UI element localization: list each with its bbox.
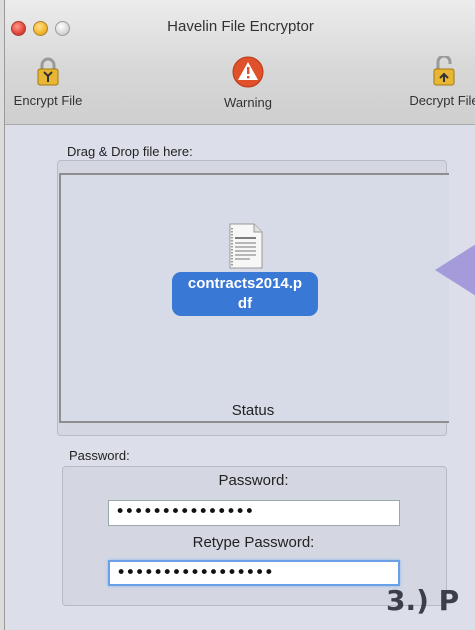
decrypt-file-label: Decrypt File [409, 93, 475, 108]
title-toolbar: Havelin File Encryptor Encrypt File Warn… [5, 0, 475, 125]
file-name-line1: contracts2014.p [187, 275, 303, 292]
password-field[interactable]: ••••••••••••••• [108, 500, 400, 526]
password-heading: Password: [218, 472, 289, 489]
warning-icon [203, 56, 293, 91]
file-name-badge[interactable]: contracts2014.p df [172, 272, 318, 316]
pointer-arrow-icon [435, 240, 475, 305]
dropzone-label: Drag & Drop file here: [67, 144, 193, 159]
step-caption: 3.) P [386, 584, 460, 617]
unlock-icon [402, 54, 475, 89]
warning-button[interactable]: Warning [203, 56, 293, 110]
encrypt-file-label: Encrypt File [13, 93, 83, 108]
document-icon[interactable] [226, 222, 266, 275]
password-section-label: Password: [69, 448, 130, 463]
warning-label: Warning [224, 95, 272, 110]
window-title: Havelin File Encryptor [167, 18, 314, 35]
file-name-line2: df [237, 295, 253, 312]
lock-icon [5, 56, 91, 89]
app-window: Havelin File Encryptor Encrypt File Warn… [4, 0, 475, 630]
retype-password-heading: Retype Password: [192, 534, 315, 551]
status-label: Status [231, 402, 275, 419]
decrypt-file-button[interactable]: Decrypt File [402, 54, 475, 108]
encrypt-file-button[interactable]: Encrypt File [5, 56, 91, 108]
retype-password-field[interactable]: ••••••••••••••••• [108, 560, 400, 586]
